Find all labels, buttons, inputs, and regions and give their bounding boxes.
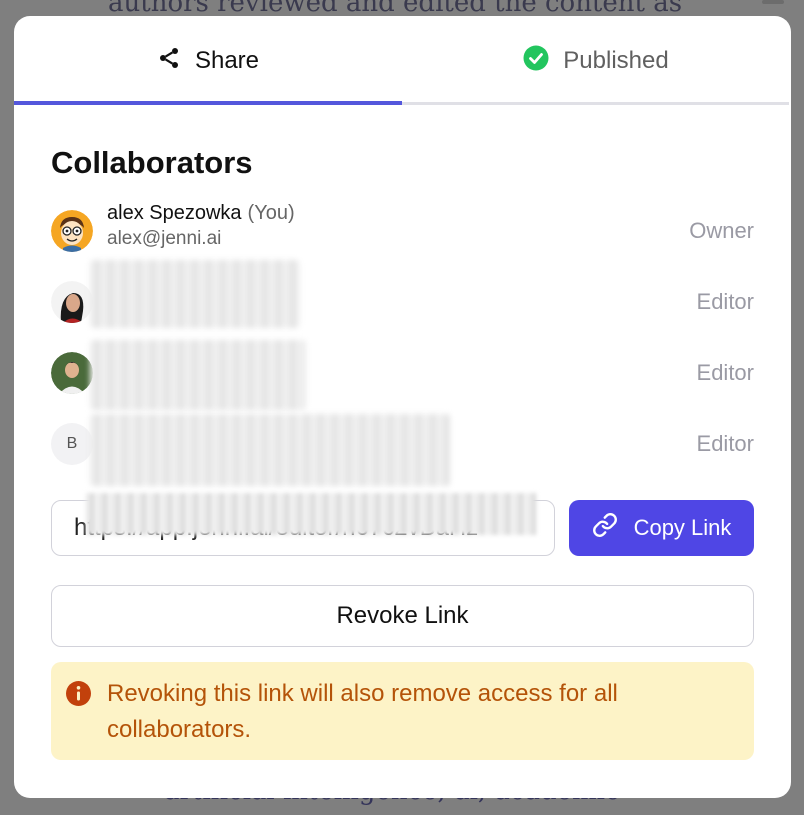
tab-active-indicator: [14, 101, 402, 105]
tab-published[interactable]: Published: [402, 16, 790, 106]
warning-text: Revoking this link will also remove acce…: [107, 680, 618, 743]
warning-banner: Revoking this link will also remove acce…: [51, 662, 754, 760]
redacted-collaborator-info: [90, 260, 300, 328]
share-link-row: https://app.jenni.ai/editor/h67c2vBaHz C…: [51, 493, 754, 556]
check-circle-icon: [523, 45, 549, 78]
collaborator-role: Owner: [689, 218, 754, 243]
you-label: (You): [247, 202, 295, 224]
scrollbar-thumb: [762, 0, 784, 4]
copy-link-button[interactable]: Copy Link: [569, 500, 754, 556]
redacted-collaborator-info: [90, 414, 450, 486]
avatar-initial: B: [51, 423, 93, 465]
collaborator-role: Editor: [696, 289, 754, 314]
info-icon: [66, 681, 91, 706]
collaborator-row: Editor: [51, 340, 754, 410]
redacted-collaborator-info: [90, 340, 306, 410]
collaborator-name-text: alex Spezowka: [107, 202, 242, 224]
tab-share-label: Share: [194, 47, 260, 74]
collaborator-row: Editor: [51, 260, 754, 339]
share-modal: Share Published Collaborators alex Spezo…: [14, 16, 791, 798]
collaborator-role: Editor: [696, 431, 754, 456]
collaborators-title: Collaborators: [51, 145, 253, 180]
copy-link-label: Copy Link: [633, 515, 732, 540]
tab-published-label: Published: [563, 47, 669, 74]
link-icon: [592, 512, 618, 544]
revoke-link-button[interactable]: Revoke Link: [51, 585, 754, 647]
collaborator-row: B Editor: [51, 414, 754, 486]
collaborator-role: Editor: [696, 360, 754, 385]
avatar: [51, 210, 93, 252]
avatar: [51, 352, 93, 394]
share-icon: [157, 46, 181, 77]
redacted-link: [86, 493, 536, 535]
collaborator-name: alex Spezowka (You): [107, 202, 295, 225]
tab-share[interactable]: Share: [14, 16, 402, 106]
tab-bar: Share Published: [14, 16, 791, 106]
avatar: [51, 281, 93, 323]
collaborator-email: alex@jenni.ai: [107, 228, 222, 249]
